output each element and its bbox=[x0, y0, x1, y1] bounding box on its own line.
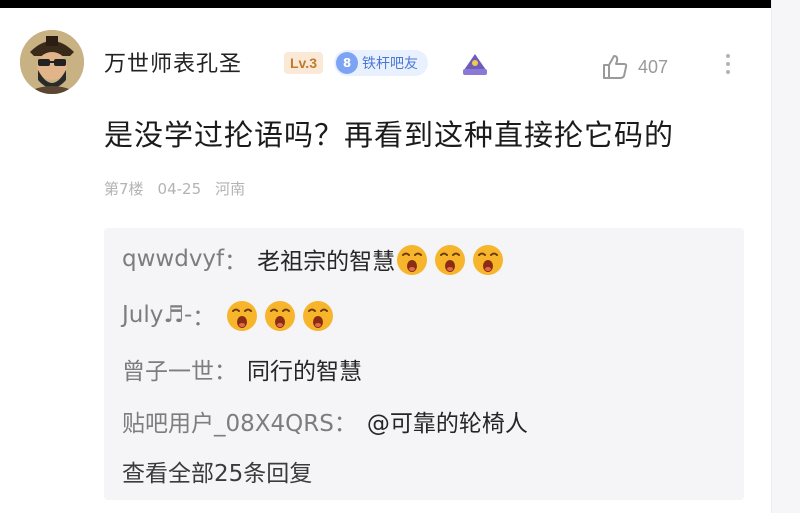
yawn-emoji-icon bbox=[303, 301, 334, 331]
reply-item[interactable]: 贴吧用户_08X4QRS： @可靠的轮椅人 bbox=[122, 404, 528, 438]
view-all-replies-link[interactable]: 查看全部25条回复 bbox=[122, 454, 312, 488]
reply-item[interactable]: qwwdvyf： 老祖宗的智慧 bbox=[122, 242, 509, 276]
status-bar bbox=[0, 0, 800, 8]
reply-item[interactable]: 曾子一世： 同行的智慧 bbox=[122, 352, 362, 386]
reply-separator: ： bbox=[214, 359, 237, 385]
like-button[interactable]: 407 bbox=[600, 52, 668, 82]
reply-text[interactable]: @可靠的轮椅人 bbox=[367, 404, 528, 438]
reply-user[interactable]: July♬- bbox=[122, 302, 192, 328]
fan-badge-label: 铁杆吧友 bbox=[362, 56, 418, 72]
reply-user[interactable]: 贴吧用户_08X4QRS bbox=[122, 404, 334, 438]
reply-text: 同行的智慧 bbox=[247, 359, 362, 385]
scroll-gutter bbox=[771, 0, 800, 513]
more-icon[interactable] bbox=[722, 50, 734, 84]
reply-box[interactable]: qwwdvyf：老祖宗的智慧 July♬-： 曾子一世：同行的智慧 贴吧用户_0… bbox=[104, 228, 744, 500]
reply-user[interactable]: qwwdvyf bbox=[122, 246, 224, 272]
floor-number: 第7楼 bbox=[104, 180, 144, 198]
yawn-emoji-icon bbox=[227, 301, 258, 331]
post-content: 是没学过抡语吗？再看到这种直接抡它码的 bbox=[104, 118, 675, 152]
post-date: 04-25 bbox=[157, 180, 202, 198]
reply-user[interactable]: 曾子一世 bbox=[122, 352, 214, 386]
post-meta: 第7楼 04-25 河南 bbox=[104, 178, 259, 199]
reply-item[interactable]: July♬-： bbox=[122, 298, 339, 332]
fan-badge-icon: 8 bbox=[336, 52, 358, 74]
username[interactable]: 万世师表孔圣 bbox=[104, 46, 242, 78]
yawn-emoji-icon bbox=[265, 301, 296, 331]
avatar[interactable] bbox=[20, 30, 84, 94]
yawn-emoji-icon bbox=[397, 245, 428, 275]
like-count: 407 bbox=[638, 56, 669, 77]
thumb-up-icon bbox=[603, 55, 628, 79]
crown-hat-icon bbox=[460, 50, 490, 78]
reply-text: 老祖宗的智慧 bbox=[257, 249, 396, 275]
fan-badge[interactable]: 8 铁杆吧友 bbox=[334, 50, 428, 76]
yawn-emoji-icon bbox=[435, 245, 466, 275]
reply-separator: ： bbox=[192, 305, 216, 331]
level-badge: Lv.3 bbox=[284, 52, 323, 74]
reply-separator: ： bbox=[224, 249, 248, 275]
yawn-emoji-icon bbox=[473, 245, 504, 275]
post-location: 河南 bbox=[215, 180, 246, 198]
reply-separator: ： bbox=[333, 411, 357, 437]
